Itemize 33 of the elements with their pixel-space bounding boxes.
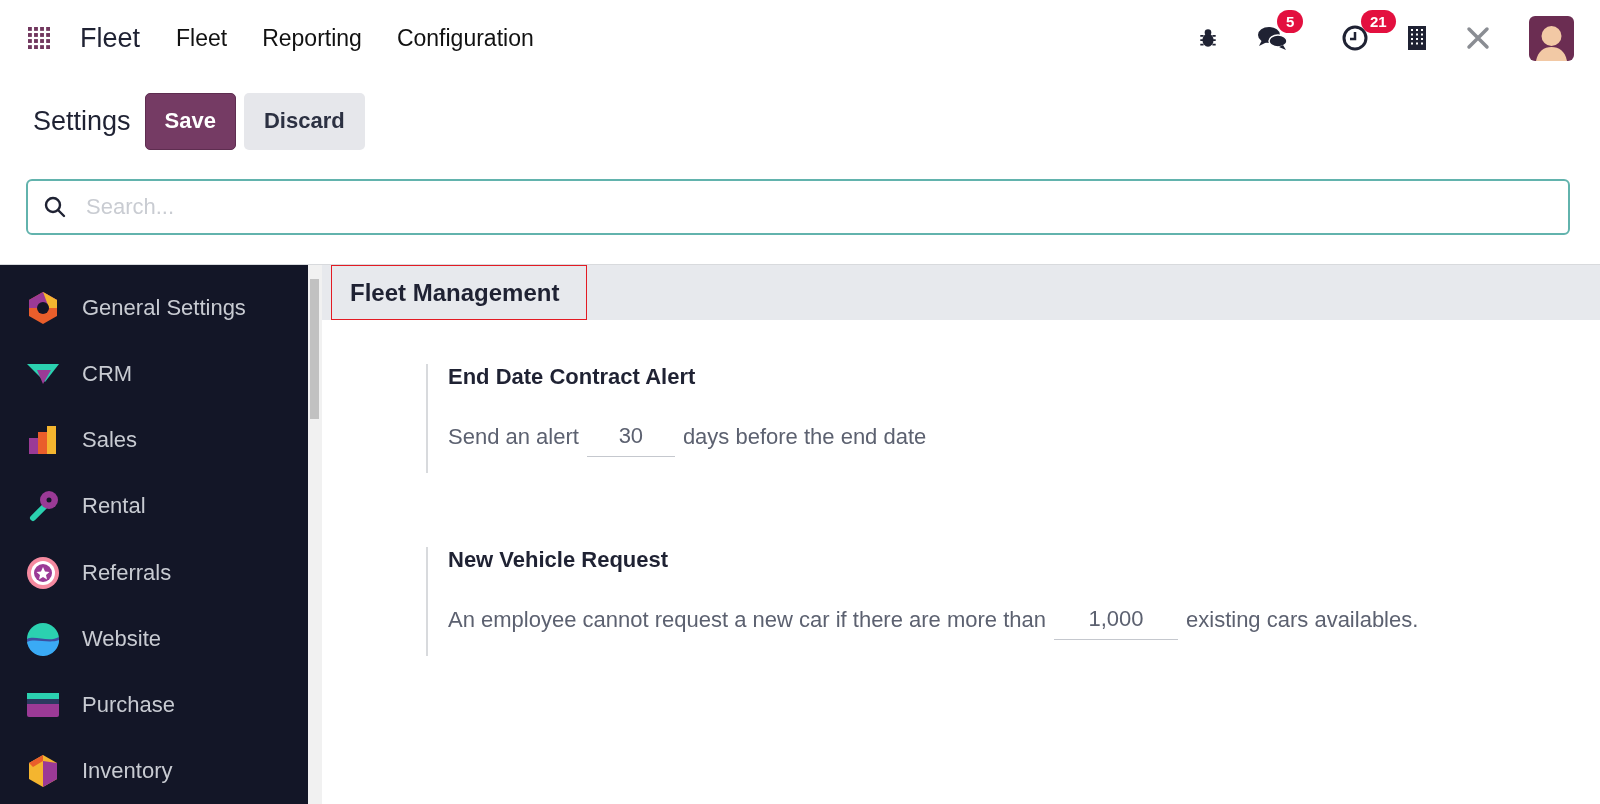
app-name[interactable]: Fleet xyxy=(80,22,141,54)
setting-text: Send an alert xyxy=(448,423,579,450)
setting-text: An employee cannot request a new car if there are more than xyxy=(448,606,1046,633)
message-count: 5 xyxy=(1277,10,1304,33)
sidebar-item[interactable]: Referrals xyxy=(0,539,308,606)
bug-icon[interactable] xyxy=(1197,27,1219,49)
avatar-icon[interactable] xyxy=(1529,15,1574,61)
setting-text: existing cars availables. xyxy=(1186,606,1419,633)
wave-sphere-icon xyxy=(25,620,61,657)
search-icon xyxy=(44,196,66,218)
setting-text: days before the end date xyxy=(682,423,927,450)
activity-count: 21 xyxy=(1361,10,1396,33)
sidebar-item[interactable]: Sales xyxy=(0,407,308,474)
apps-menu-icon[interactable] xyxy=(28,27,50,49)
menu-item[interactable]: Configuration xyxy=(396,24,534,52)
sidebar-item[interactable]: Inventory xyxy=(0,737,308,804)
star-badge-icon xyxy=(25,554,61,591)
scrollbar-thumb[interactable] xyxy=(310,279,319,419)
setting-title: New Vehicle Request xyxy=(448,547,670,573)
clock-icon[interactable] xyxy=(1341,24,1369,52)
sidebar-item[interactable]: CRM xyxy=(0,341,308,408)
section-title: Fleet Management xyxy=(331,265,588,320)
building-icon[interactable] xyxy=(1407,25,1427,51)
sidebar-item[interactable]: General Settings xyxy=(0,275,308,342)
menu-item[interactable]: Fleet xyxy=(176,24,228,52)
sidebar-item[interactable]: Website xyxy=(0,605,308,672)
menu-item[interactable]: Reporting xyxy=(262,24,362,52)
discard-button[interactable]: Discard xyxy=(243,92,365,150)
save-button[interactable]: Save xyxy=(144,92,236,150)
sidebar-item[interactable]: Purchase xyxy=(0,671,308,738)
setting-title: End Date Contract Alert xyxy=(448,364,697,390)
page-title: Settings xyxy=(33,105,131,137)
sidebar-item[interactable]: Rental xyxy=(0,473,308,540)
